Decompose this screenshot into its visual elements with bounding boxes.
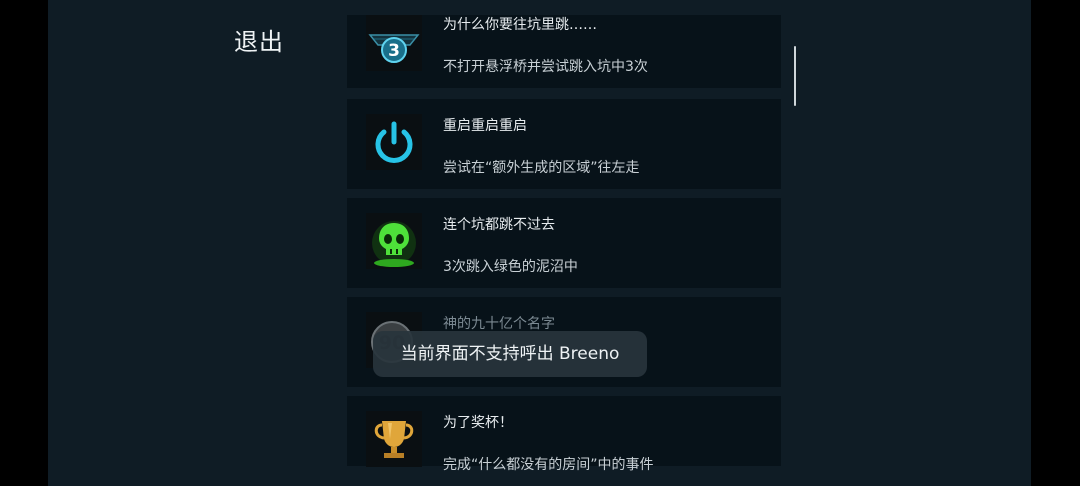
achievement-title: 重启重启重启: [443, 118, 527, 134]
achievements-screen: 退出 3 为什么你要往坑里跳…… 不打开悬浮桥并尝试跳入坑中3次 重启重启重启 …: [48, 0, 1031, 486]
exit-button[interactable]: 退出: [234, 22, 284, 57]
list-item[interactable]: 3 为什么你要往坑里跳…… 不打开悬浮桥并尝试跳入坑中3次: [347, 15, 781, 88]
list-item[interactable]: 重启重启重启 尝试在“额外生成的区域”往左走: [347, 99, 781, 189]
power-icon: [366, 114, 422, 170]
list-item[interactable]: 为了奖杯！ 完成“什么都没有的房间”中的事件: [347, 396, 781, 473]
achievement-description: 3次跳入绿色的泥沼中: [443, 259, 578, 275]
pit-three-icon: 3: [366, 15, 422, 71]
svg-text:3: 3: [388, 41, 400, 61]
achievement-description: 不打开悬浮桥并尝试跳入坑中3次: [443, 59, 648, 75]
achievement-description: 尝试在“额外生成的区域”往左走: [443, 160, 640, 176]
list-item[interactable]: 连个坑都跳不过去 3次跳入绿色的泥沼中: [347, 198, 781, 288]
achievement-title: 神的九十亿个名字: [443, 316, 555, 332]
achievement-title: 为什么你要往坑里跳……: [443, 17, 597, 33]
toast-message: 当前界面不支持呼出 Breeno: [373, 331, 647, 377]
achievement-description: 完成“什么都没有的房间”中的事件: [443, 457, 654, 473]
achievement-title: 为了奖杯！: [443, 415, 513, 431]
trophy-icon: [366, 411, 422, 467]
scrollbar[interactable]: [794, 46, 796, 106]
achievement-title: 连个坑都跳不过去: [443, 217, 555, 233]
green-skull-icon: [366, 213, 422, 269]
